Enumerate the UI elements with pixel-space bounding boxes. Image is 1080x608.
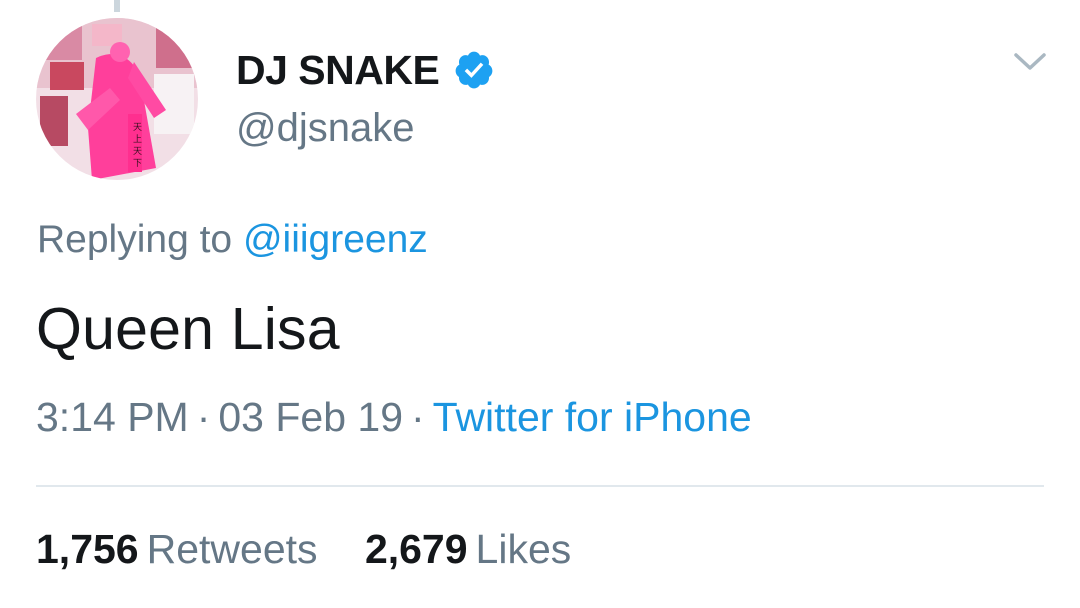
author-name-row: DJ SNAKE [236, 44, 495, 96]
likes-label: Likes [475, 526, 572, 572]
tweet-text: Queen Lisa [36, 296, 340, 362]
likes-count: 2,679 [364, 526, 468, 572]
tweet-date[interactable]: 03 Feb 19 [218, 394, 403, 440]
meta-separator: · [196, 394, 211, 440]
svg-text:天: 天 [133, 123, 142, 133]
tweet-metadata: 3:14 PM · 03 Feb 19 · Twitter for iPhone [36, 394, 752, 441]
reply-mention-link[interactable]: @iiigreenz [243, 218, 428, 261]
avatar-image: 天 上 天 下 [36, 18, 198, 180]
svg-text:下: 下 [133, 159, 142, 169]
svg-text:天: 天 [133, 147, 142, 157]
tweet-source-link[interactable]: Twitter for iPhone [433, 394, 752, 440]
retweets-label: Retweets [146, 526, 318, 572]
tweet-time[interactable]: 3:14 PM [36, 394, 189, 440]
divider [36, 485, 1044, 487]
avatar[interactable]: 天 上 天 下 [36, 18, 198, 180]
reply-context: Replying to @iiigreenz [37, 218, 428, 262]
thread-connector-line [114, 0, 120, 12]
author-display-name[interactable]: DJ SNAKE [236, 47, 440, 94]
retweets-count: 1,756 [36, 526, 139, 572]
reply-prefix: Replying to [37, 218, 233, 261]
author-handle[interactable]: @djsnake [236, 106, 414, 151]
likes-stat[interactable]: 2,679 Likes [365, 526, 571, 572]
svg-text:上: 上 [133, 134, 142, 145]
retweets-stat[interactable]: 1,756 Retweets [36, 526, 329, 572]
chevron-down-icon[interactable] [1012, 46, 1048, 76]
verified-badge-icon [453, 49, 495, 91]
meta-separator: · [411, 394, 425, 440]
engagement-stats: 1,756 Retweets 2,679 Likes [36, 526, 571, 573]
